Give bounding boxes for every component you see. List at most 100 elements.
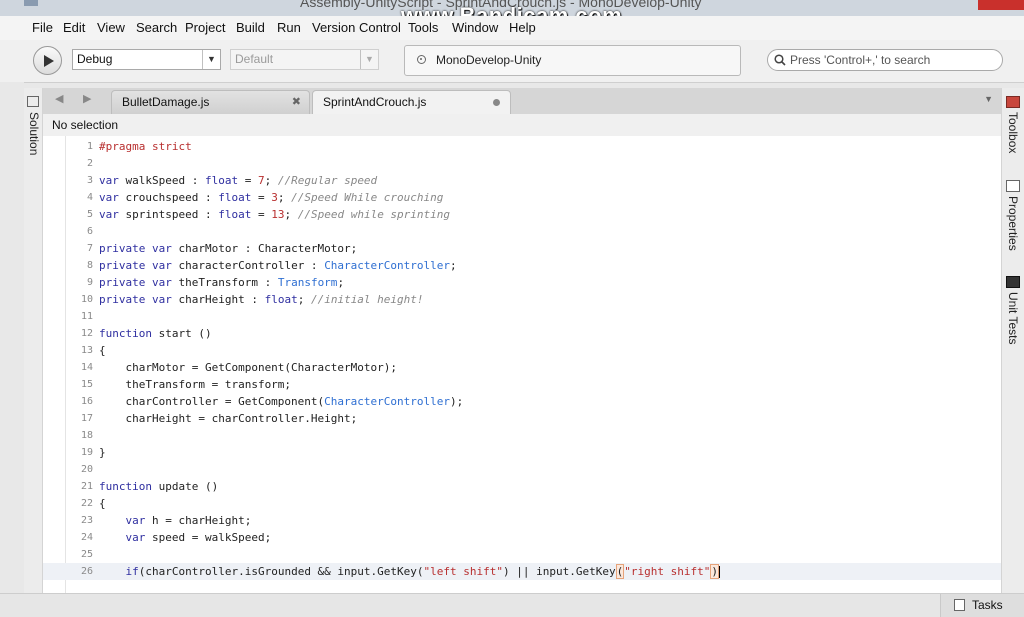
right-pad-bar: Toolbox Properties Unit Tests <box>1001 88 1024 593</box>
code-text[interactable]: } <box>99 444 106 461</box>
menu-tools[interactable]: Tools <box>408 20 438 35</box>
toolbox-pad-tab[interactable]: Toolbox <box>1006 112 1020 153</box>
code-line[interactable]: 25 <box>43 546 1001 563</box>
code-text[interactable]: theTransform = transform; <box>99 376 291 393</box>
unit-tests-pad-tab[interactable]: Unit Tests <box>1006 292 1020 344</box>
code-line[interactable]: 21 function update () <box>43 478 1001 495</box>
code-line[interactable]: 15 theTransform = transform; <box>43 376 1001 393</box>
title-bar: Assembly-UnityScript - SprintAndCrouch.j… <box>0 0 1024 16</box>
close-icon[interactable]: ✖ <box>292 91 301 113</box>
code-text[interactable]: private var theTransform : Transform; <box>99 274 344 291</box>
app-icon <box>24 0 38 6</box>
code-text[interactable]: private var charHeight : float; //initia… <box>99 291 424 308</box>
code-line[interactable]: 23 var h = charHeight; <box>43 512 1001 529</box>
breadcrumb-label[interactable]: No selection <box>52 118 118 132</box>
tasks-icon <box>954 599 965 611</box>
nav-back-icon[interactable]: ◀ <box>55 92 63 105</box>
menu-build[interactable]: Build <box>236 20 265 35</box>
line-number: 23 <box>80 515 93 526</box>
line-number: 20 <box>80 464 93 475</box>
menu-help[interactable]: Help <box>509 20 536 35</box>
menu-project[interactable]: Project <box>185 20 225 35</box>
code-line[interactable]: 12 function start () <box>43 325 1001 342</box>
code-line[interactable]: 14 charMotor = GetComponent(CharacterMot… <box>43 359 1001 376</box>
properties-pad-tab[interactable]: Properties <box>1006 196 1020 251</box>
code-line[interactable]: 3 var walkSpeed : float = 7; //Regular sp… <box>43 172 1001 189</box>
code-line[interactable]: 10 private var charHeight : float; //init… <box>43 291 1001 308</box>
modified-indicator-icon[interactable] <box>493 99 500 106</box>
menu-view[interactable]: View <box>97 20 125 35</box>
code-line[interactable]: 8 private var characterController : Chara… <box>43 257 1001 274</box>
tab-sprintandcrouch[interactable]: SprintAndCrouch.js <box>312 90 511 114</box>
code-line[interactable]: 18 <box>43 427 1001 444</box>
menu-file[interactable]: File <box>32 20 53 35</box>
search-input[interactable]: Press 'Control+,' to search <box>767 49 1003 71</box>
close-button[interactable] <box>978 0 1024 10</box>
code-text[interactable]: function update () <box>99 478 218 495</box>
run-button[interactable] <box>33 46 62 75</box>
code-line[interactable]: 1 #pragma strict <box>43 138 1001 155</box>
code-text[interactable]: var sprintspeed : float = 13; //Speed wh… <box>99 206 450 223</box>
properties-icon <box>1006 180 1020 192</box>
menu-run[interactable]: Run <box>277 20 301 35</box>
code-text[interactable]: var walkSpeed : float = 7; //Regular spe… <box>99 172 377 189</box>
tab-label: SprintAndCrouch.js <box>323 95 427 109</box>
code-line[interactable]: 22 { <box>43 495 1001 512</box>
menu-search[interactable]: Search <box>136 20 177 35</box>
line-number: 22 <box>80 498 93 509</box>
status-bar: Tasks <box>0 593 1024 617</box>
code-line[interactable]: 9 private var theTransform : Transform; <box>43 274 1001 291</box>
code-line[interactable]: 5 var sprintspeed : float = 13; //Speed w… <box>43 206 1001 223</box>
toolbox-icon <box>1006 96 1020 108</box>
code-text[interactable]: #pragma strict <box>99 138 192 155</box>
tasks-pad-button[interactable]: Tasks <box>940 594 1024 617</box>
code-text[interactable]: var h = charHeight; <box>99 512 252 529</box>
code-line[interactable]: 20 <box>43 461 1001 478</box>
code-line[interactable]: 26 if(charController.isGrounded && input… <box>43 563 1001 580</box>
code-line[interactable]: 7 private var charMotor : CharacterMotor; <box>43 240 1001 257</box>
nav-forward-icon[interactable]: ▶ <box>83 92 91 105</box>
code-line[interactable]: 19} <box>43 444 1001 461</box>
code-text[interactable]: charMotor = GetComponent(CharacterMotor)… <box>99 359 397 376</box>
code-text[interactable]: private var characterController : Charac… <box>99 257 457 274</box>
code-line[interactable]: 6 <box>43 223 1001 240</box>
line-number: 15 <box>80 379 93 390</box>
tab-label: BulletDamage.js <box>122 95 210 109</box>
menu-bar: File Edit View Search Project Build Run … <box>0 16 1024 40</box>
chevron-down-icon: ▼ <box>202 50 220 69</box>
line-number: 24 <box>80 532 93 543</box>
code-text[interactable]: { <box>99 342 106 359</box>
line-number: 6 <box>86 226 93 237</box>
code-line[interactable]: 4 var crouchspeed : float = 3; //Speed Wh… <box>43 189 1001 206</box>
tab-bulletdamage[interactable]: BulletDamage.js ✖ <box>111 90 310 114</box>
recording-watermark: www.Bandicam.com <box>401 3 623 16</box>
code-text[interactable]: private var charMotor : CharacterMotor; <box>99 240 357 257</box>
line-number: 9 <box>86 277 93 288</box>
menu-window[interactable]: Window <box>452 20 498 35</box>
line-number: 1 <box>86 141 93 152</box>
menu-version-control[interactable]: Version Control <box>312 20 401 35</box>
code-line[interactable]: 13 { <box>43 342 1001 359</box>
code-line[interactable]: 17 charHeight = charController.Height; <box>43 410 1001 427</box>
code-text[interactable]: var speed = walkSpeed; <box>99 529 272 546</box>
play-icon <box>44 55 54 67</box>
code-editor[interactable]: 1 #pragma strict 2 3 var walkSpeed : float =… <box>43 136 1001 593</box>
configuration-select[interactable]: Debug ▼ <box>72 49 221 70</box>
code-line[interactable]: 11 <box>43 308 1001 325</box>
code-text[interactable]: { <box>99 495 106 512</box>
tab-list-dropdown-icon[interactable]: ▼ <box>984 94 993 104</box>
solution-pad-tab[interactable]: Solution <box>24 88 43 593</box>
code-text[interactable]: function start () <box>99 325 212 342</box>
code-line[interactable]: 16 charController = GetComponent(Charact… <box>43 393 1001 410</box>
configuration-value: Debug <box>77 52 113 66</box>
code-text[interactable]: charController = GetComponent(CharacterC… <box>99 393 463 410</box>
code-line[interactable]: 24 var speed = walkSpeed; <box>43 529 1001 546</box>
code-text[interactable]: var crouchspeed : float = 3; //Speed Whi… <box>99 189 443 206</box>
code-text[interactable]: charHeight = charController.Height; <box>99 410 357 427</box>
line-number: 16 <box>80 396 93 407</box>
code-text[interactable]: if(charController.isGrounded && input.Ge… <box>99 563 720 580</box>
line-number: 12 <box>80 328 93 339</box>
code-line[interactable]: 2 <box>43 155 1001 172</box>
line-number: 11 <box>80 311 93 322</box>
menu-edit[interactable]: Edit <box>63 20 85 35</box>
